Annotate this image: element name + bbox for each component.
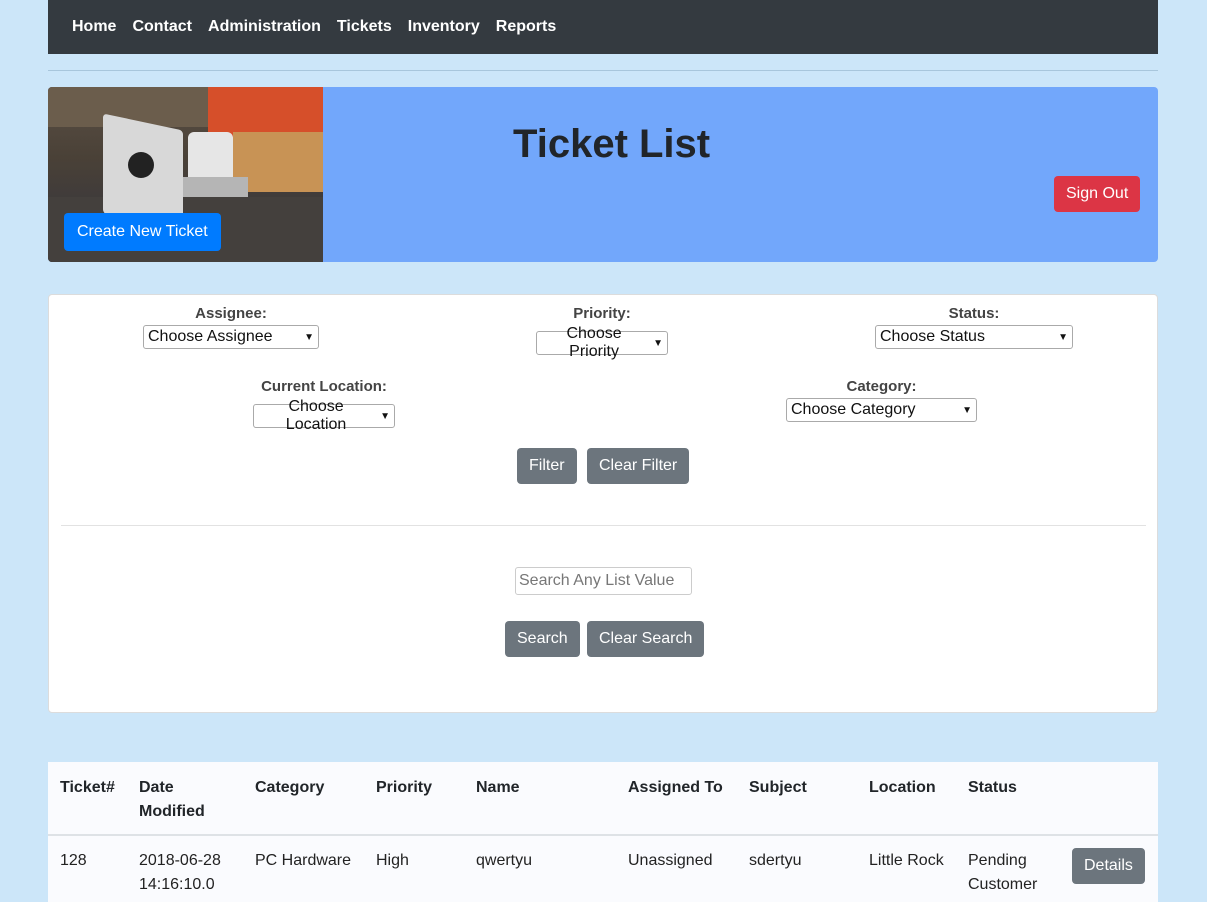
filter-card: Assignee: Choose Assignee ▼ Priority: Ch… (48, 294, 1158, 713)
header-location: Location (869, 779, 936, 796)
header-banner: Create New Ticket Ticket List Sign Out (48, 87, 1158, 262)
search-button[interactable]: Search (505, 621, 580, 657)
location-field: Current Location: Choose Location ▼ (253, 378, 395, 433)
location-select[interactable]: Choose Location ▼ (253, 398, 395, 433)
header-status: Status (968, 779, 1017, 796)
header-assigned-to: Assigned To (628, 779, 723, 796)
nav-contact[interactable]: Contact (132, 18, 192, 36)
cell-subject: sdertyu (749, 852, 802, 869)
header-divider (48, 834, 1158, 836)
location-label: Current Location: (261, 378, 387, 395)
sign-out-button[interactable]: Sign Out (1054, 176, 1141, 212)
cell-priority: High (376, 852, 409, 869)
nav-reports[interactable]: Reports (496, 18, 556, 36)
nav-inventory[interactable]: Inventory (408, 18, 480, 36)
assignee-field: Assignee: Choose Assignee ▼ (143, 305, 319, 349)
top-navbar: Home Contact Administration Tickets Inve… (48, 0, 1158, 54)
cell-name: qwertyu (476, 852, 533, 869)
nav-administration[interactable]: Administration (208, 18, 321, 36)
chevron-down-icon: ▼ (1058, 331, 1068, 343)
header-ticket: Ticket# (60, 779, 115, 796)
category-select[interactable]: Choose Category ▼ (786, 398, 977, 422)
header-category: Category (255, 779, 325, 796)
cell-assigned: Unassigned (628, 852, 713, 869)
cell-date: 2018-06-28 14:16:10.0 (139, 852, 221, 893)
chevron-down-icon: ▼ (304, 331, 314, 343)
location-select-value: Choose Location (285, 398, 347, 433)
cell-category: PC Hardware (255, 852, 352, 869)
header-date-modified: Date Modified (139, 779, 205, 820)
chevron-down-icon: ▼ (380, 410, 390, 422)
header-priority: Priority (376, 779, 433, 796)
priority-field: Priority: Choose Priority ▼ (536, 305, 668, 360)
header-subject: Subject (749, 779, 807, 796)
chevron-down-icon: ▼ (962, 404, 972, 416)
assignee-select[interactable]: Choose Assignee ▼ (143, 325, 319, 349)
search-input[interactable] (515, 567, 692, 595)
status-field: Status: Choose Status ▼ (875, 305, 1073, 349)
status-label: Status: (948, 305, 1000, 322)
priority-label: Priority: (573, 305, 631, 322)
header-name: Name (476, 779, 520, 796)
clear-filter-button[interactable]: Clear Filter (587, 448, 690, 484)
ticket-table: Ticket# Date Modified Category Priority … (48, 762, 1158, 902)
priority-select[interactable]: Choose Priority ▼ (536, 325, 668, 360)
cell-status: Pending Customer (968, 852, 1038, 893)
nav-tickets[interactable]: Tickets (337, 18, 392, 36)
category-label: Category: (846, 378, 917, 395)
category-field: Category: Choose Category ▼ (786, 378, 977, 422)
category-select-value: Choose Category (791, 401, 916, 418)
clear-search-button[interactable]: Clear Search (587, 621, 705, 657)
status-select-value: Choose Status (880, 328, 985, 345)
cell-ticket: 128 (60, 852, 87, 869)
chevron-down-icon: ▼ (653, 337, 663, 349)
nav-home[interactable]: Home (72, 18, 116, 36)
filter-button[interactable]: Filter (517, 448, 577, 484)
details-button[interactable]: Details (1072, 848, 1145, 884)
cell-location: Little Rock (869, 852, 944, 869)
top-divider (48, 70, 1158, 71)
create-new-ticket-button[interactable]: Create New Ticket (64, 213, 221, 251)
priority-select-value: Choose Priority (566, 325, 622, 360)
page-title: Ticket List (513, 122, 711, 166)
assignee-select-value: Choose Assignee (148, 328, 273, 345)
status-select[interactable]: Choose Status ▼ (875, 325, 1073, 349)
assignee-label: Assignee: (195, 305, 267, 322)
card-divider (61, 525, 1146, 526)
